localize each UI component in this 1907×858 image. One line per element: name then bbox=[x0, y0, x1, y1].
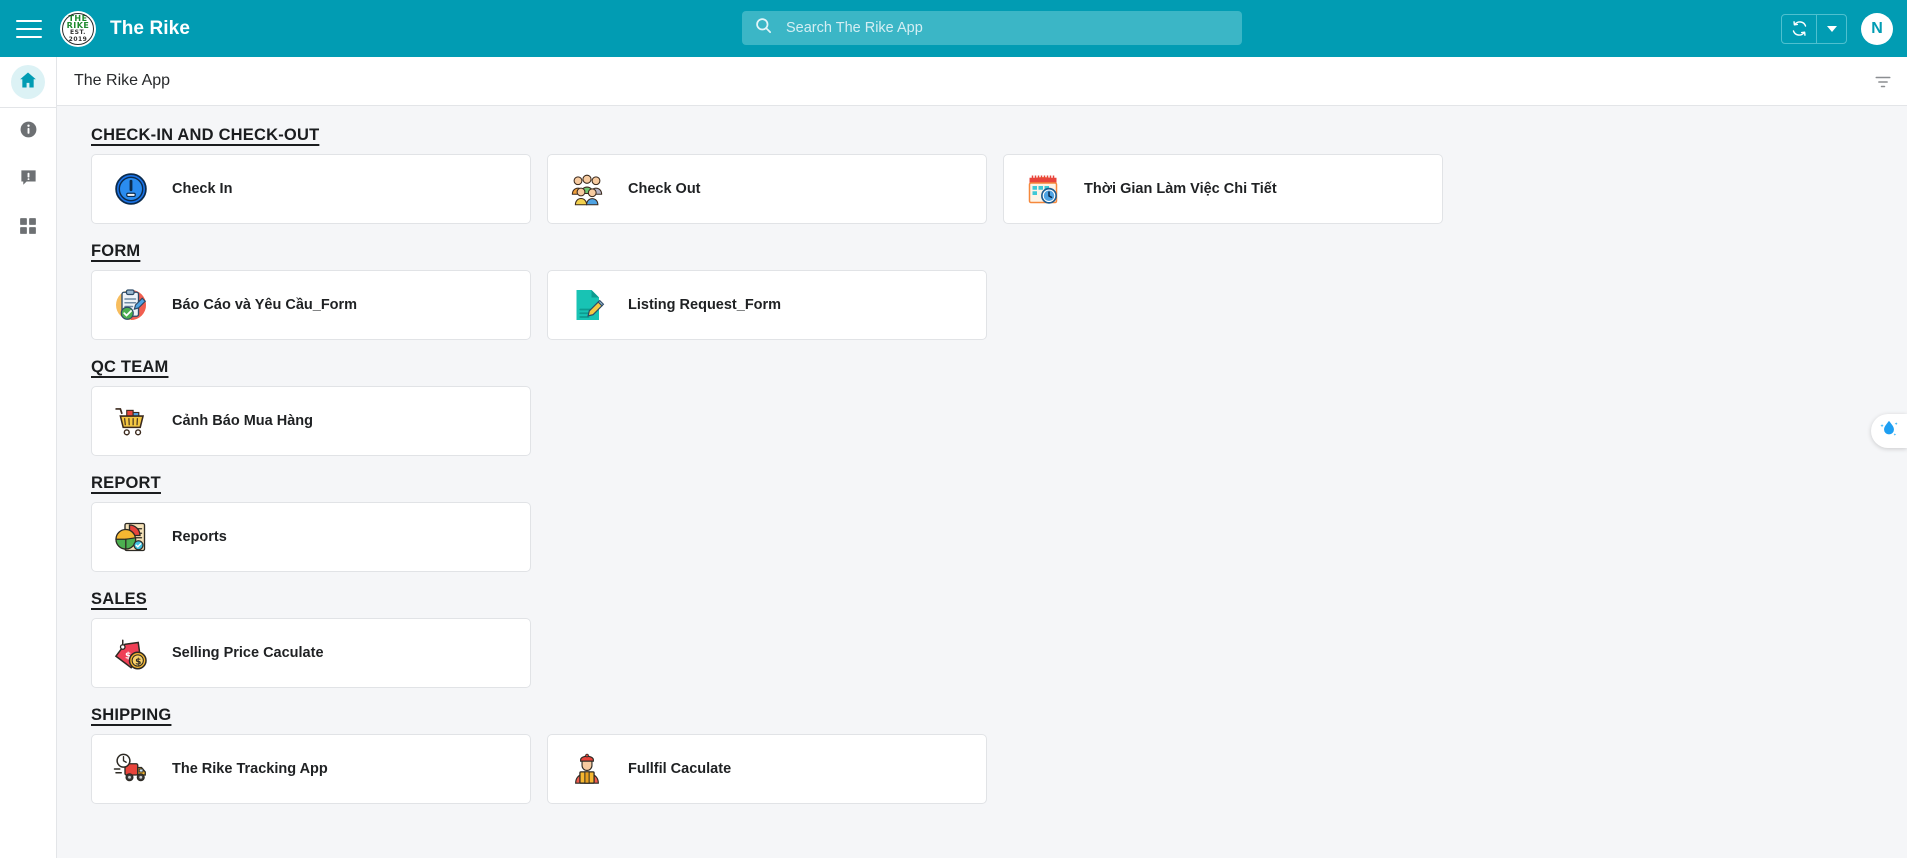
people-group-icon bbox=[568, 170, 606, 208]
app-section: SHIPPING The Rike Tracking App bbox=[74, 692, 1907, 804]
shopping-cart-icon bbox=[112, 402, 150, 440]
water-drop-sparkle-widget[interactable] bbox=[1871, 414, 1907, 448]
app-card[interactable]: Check Out bbox=[547, 154, 987, 224]
app-card[interactable]: Reports bbox=[91, 502, 531, 572]
app-tiles-container: CHECK-IN AND CHECK-OUT Check In Check Ou… bbox=[57, 106, 1907, 858]
app-card[interactable]: Cảnh Báo Mua Hàng bbox=[91, 386, 531, 456]
sync-button-group bbox=[1781, 14, 1847, 44]
app-card-label: Listing Request_Form bbox=[628, 297, 781, 313]
clock-blue-icon bbox=[112, 170, 150, 208]
app-card[interactable]: Báo Cáo và Yêu Cầu_Form bbox=[91, 270, 531, 340]
avatar[interactable]: N bbox=[1861, 13, 1893, 45]
sync-dropdown-toggle[interactable] bbox=[1816, 15, 1846, 43]
sidebar-item-feedback[interactable] bbox=[0, 156, 57, 204]
info-circle-icon bbox=[19, 120, 38, 144]
app-card-label: Thời Gian Làm Việc Chi Tiết bbox=[1084, 181, 1277, 197]
app-section: SALES $ $ Selling Price Caculate bbox=[74, 576, 1907, 688]
chevron-down-icon bbox=[1827, 26, 1837, 32]
left-nav-rail bbox=[0, 57, 57, 858]
calendar-clock-icon bbox=[1024, 170, 1062, 208]
filter-icon[interactable] bbox=[1871, 70, 1895, 94]
page-title: The Rike App bbox=[74, 72, 170, 90]
section-title: CHECK-IN AND CHECK-OUT bbox=[91, 126, 319, 145]
section-title: FORM bbox=[91, 242, 140, 261]
section-title: REPORT bbox=[91, 474, 161, 493]
price-tag-coin-icon: $ $ bbox=[112, 634, 150, 672]
search-icon bbox=[754, 16, 773, 40]
app-card[interactable]: The Rike Tracking App bbox=[91, 734, 531, 804]
section-title: SALES bbox=[91, 590, 147, 609]
section-title: QC TEAM bbox=[91, 358, 168, 377]
hamburger-menu-icon[interactable] bbox=[16, 20, 42, 38]
grid-apps-icon bbox=[19, 217, 37, 240]
section-title: SHIPPING bbox=[91, 706, 171, 725]
app-section: QC TEAM Cảnh Báo Mua Hàng bbox=[74, 344, 1907, 456]
document-pencil-icon bbox=[568, 286, 606, 324]
sidebar-item-info[interactable] bbox=[0, 108, 57, 156]
card-row: The Rike Tracking App Fullfil Caculate bbox=[91, 734, 1907, 804]
app-card[interactable]: Thời Gian Làm Việc Chi Tiết bbox=[1003, 154, 1443, 224]
home-icon bbox=[18, 70, 38, 95]
card-row: Reports bbox=[91, 502, 1907, 572]
delivery-truck-icon bbox=[112, 750, 150, 788]
app-card[interactable]: $ $ Selling Price Caculate bbox=[91, 618, 531, 688]
app-card-label: Báo Cáo và Yêu Cầu_Form bbox=[172, 297, 357, 313]
top-bar-actions: N bbox=[1781, 0, 1893, 57]
app-section: FORM Báo Cáo và Yêu Cầu_Form bbox=[74, 228, 1907, 340]
sync-refresh-icon[interactable] bbox=[1782, 15, 1816, 43]
app-card-label: Check Out bbox=[628, 181, 701, 197]
search-input[interactable] bbox=[786, 13, 1186, 43]
card-row: Check In Check Out bbox=[91, 154, 1907, 224]
app-card[interactable]: Fullfil Caculate bbox=[547, 734, 987, 804]
app-card-label: Reports bbox=[172, 529, 227, 545]
app-card[interactable]: Check In bbox=[91, 154, 531, 224]
card-row: Báo Cáo và Yêu Cầu_Form Listing Request_… bbox=[91, 270, 1907, 340]
clipboard-check-icon bbox=[112, 286, 150, 324]
app-card-label: Selling Price Caculate bbox=[172, 645, 324, 661]
app-card-label: The Rike Tracking App bbox=[172, 761, 328, 777]
svg-text:$: $ bbox=[135, 657, 141, 667]
sidebar-item-apps[interactable] bbox=[0, 204, 57, 252]
delivery-person-box-icon bbox=[568, 750, 606, 788]
top-app-bar: THE RIKE EST. 2019 The Rike N bbox=[0, 0, 1907, 57]
global-search-bar[interactable] bbox=[742, 11, 1242, 45]
brand-name: The Rike bbox=[110, 18, 190, 40]
the-rike-logo: THE RIKE EST. 2019 bbox=[60, 11, 96, 47]
app-section: REPORT Reports bbox=[74, 460, 1907, 572]
water-drop-sparkle-icon bbox=[1878, 418, 1900, 445]
sidebar-item-home[interactable] bbox=[0, 57, 57, 107]
pie-chart-report-icon bbox=[112, 518, 150, 556]
page-header: The Rike App bbox=[57, 57, 1907, 106]
app-card-label: Cảnh Báo Mua Hàng bbox=[172, 413, 313, 429]
alert-comment-icon bbox=[19, 168, 38, 192]
app-card[interactable]: Listing Request_Form bbox=[547, 270, 987, 340]
app-card-label: Check In bbox=[172, 181, 232, 197]
app-card-label: Fullfil Caculate bbox=[628, 761, 731, 777]
card-row: Cảnh Báo Mua Hàng bbox=[91, 386, 1907, 456]
app-section: CHECK-IN AND CHECK-OUT Check In Check Ou… bbox=[74, 118, 1907, 224]
card-row: $ $ Selling Price Caculate bbox=[91, 618, 1907, 688]
